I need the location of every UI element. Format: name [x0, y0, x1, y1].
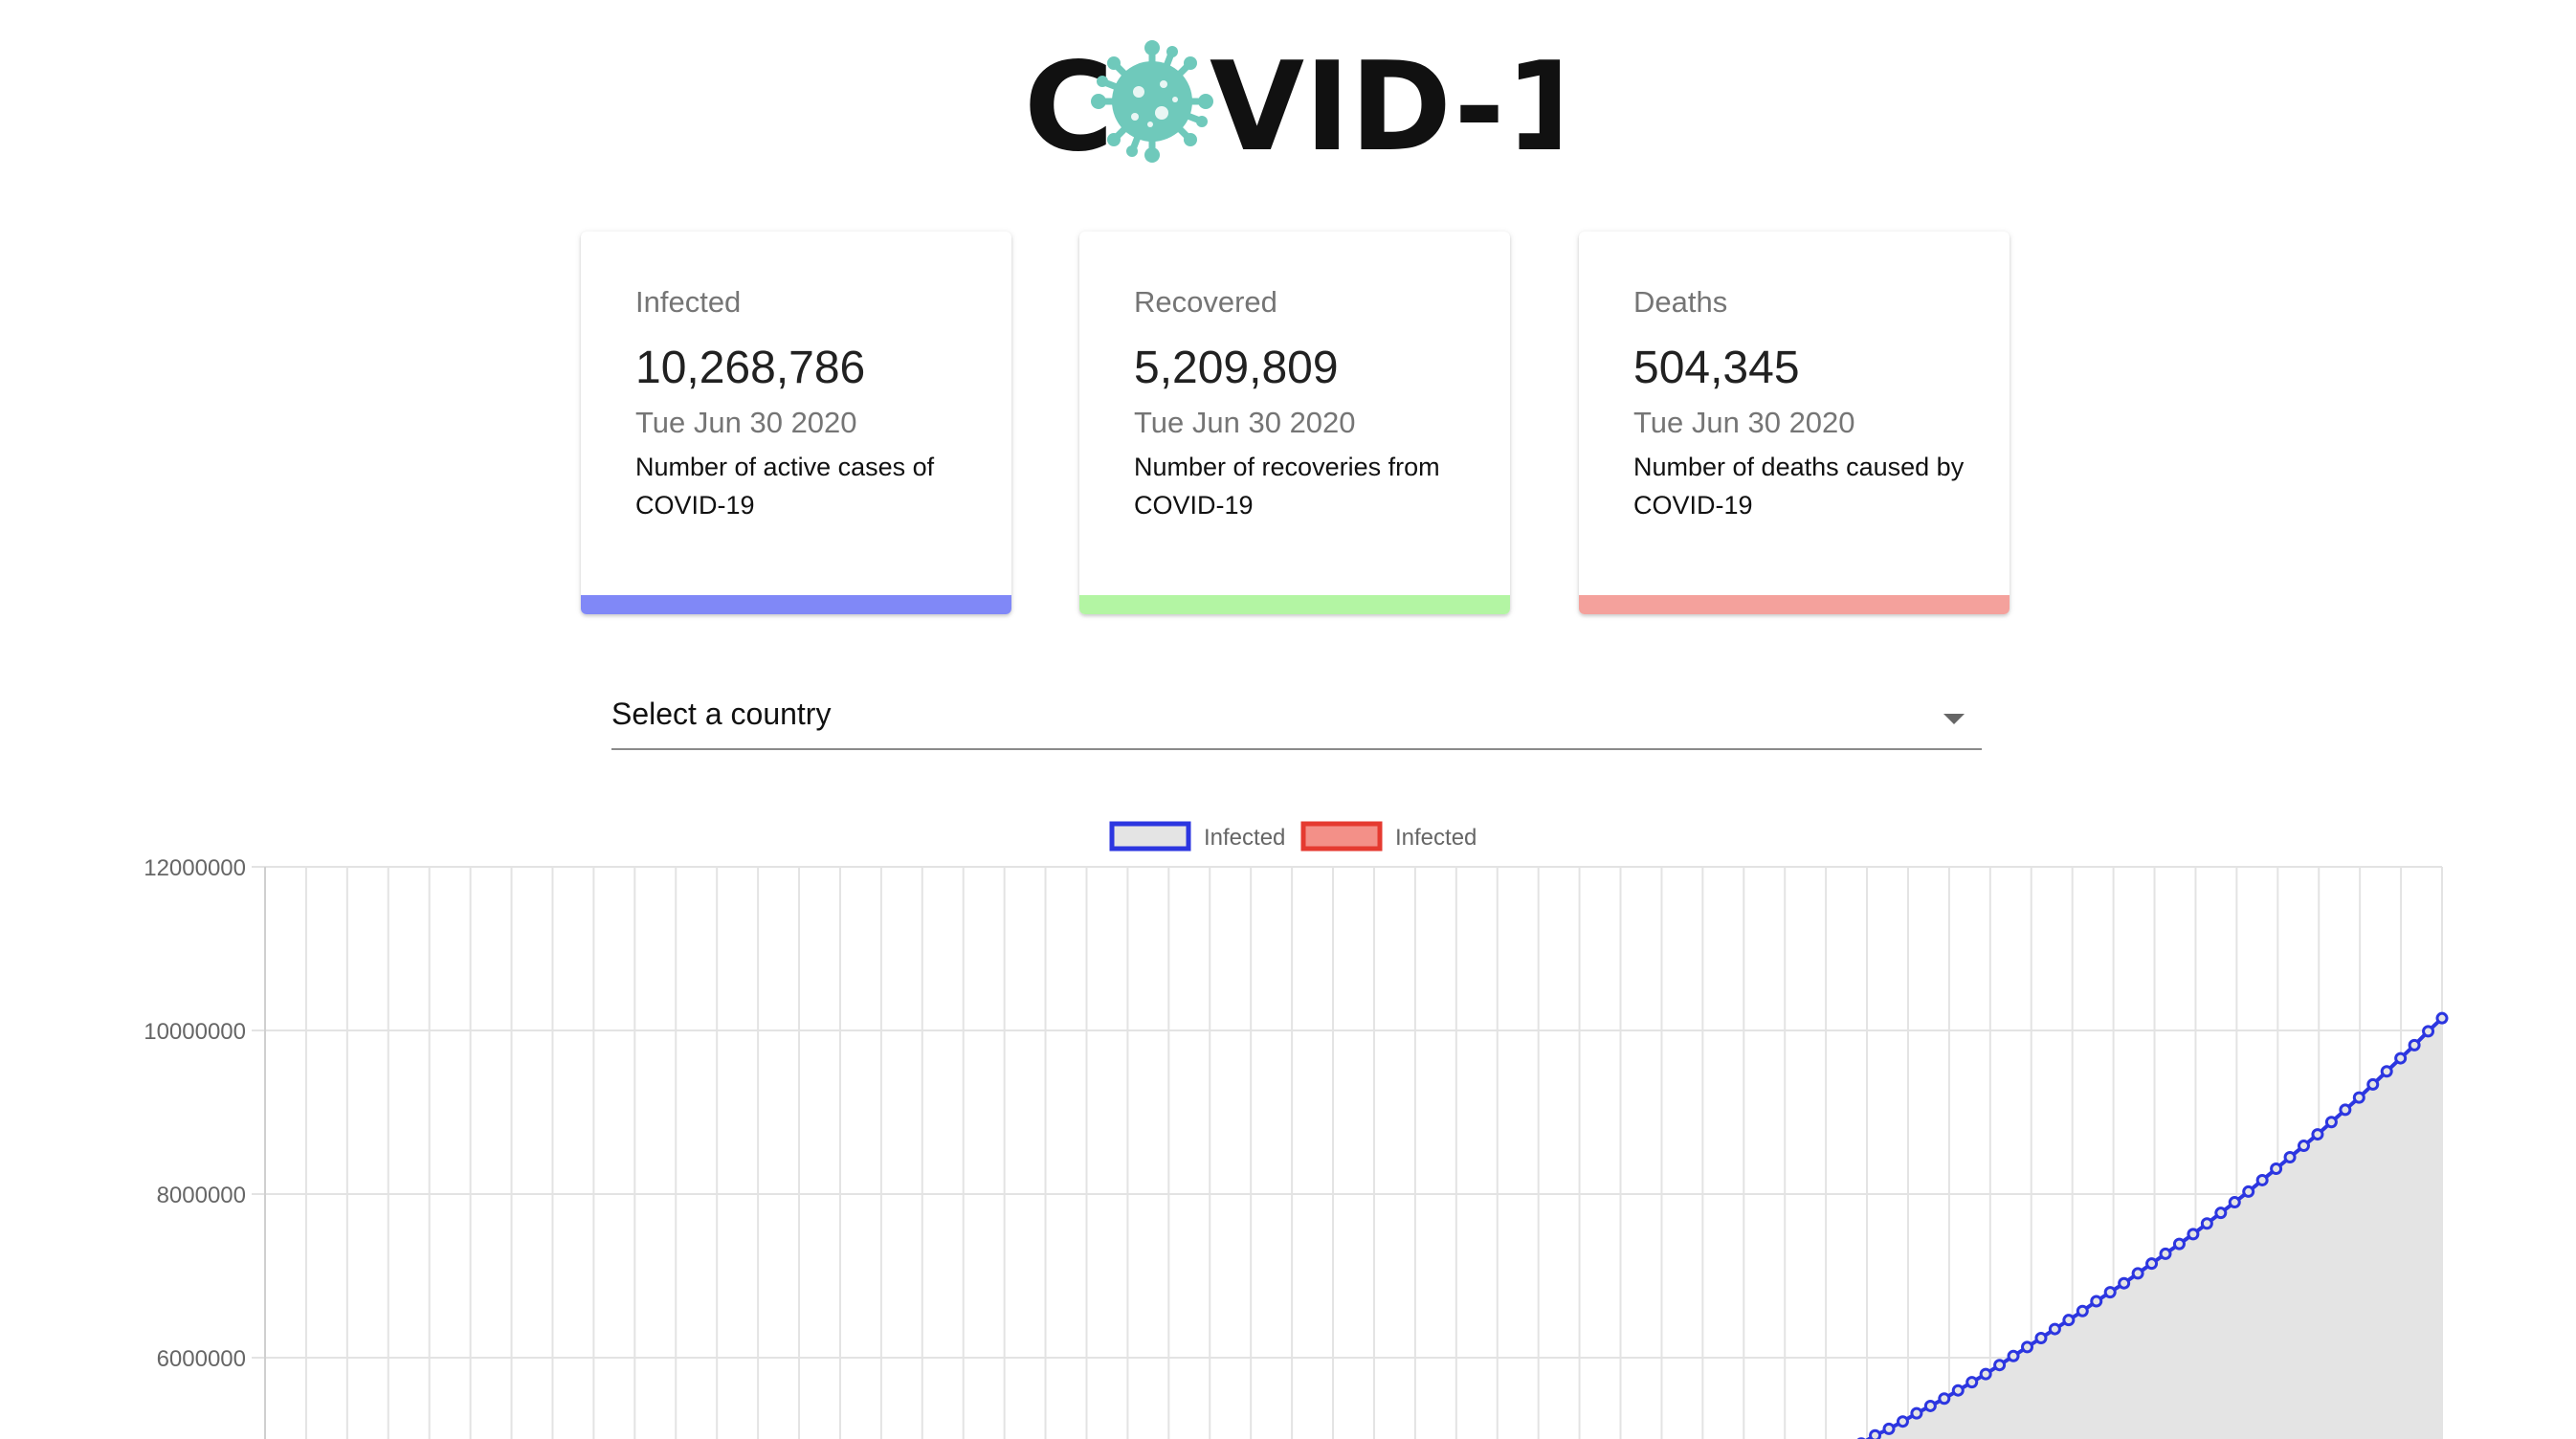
card-value: 5,209,809: [1134, 343, 1339, 393]
data-point: [1910, 1406, 1923, 1420]
data-point: [2062, 1314, 2076, 1327]
card-title: Infected: [635, 285, 742, 319]
data-point: [2422, 1025, 2435, 1038]
data-point: [2034, 1331, 2048, 1344]
covid-19-logo: C VID-19: [1024, 36, 1560, 178]
data-point: [2214, 1207, 2228, 1220]
data-point: [2435, 1011, 2449, 1025]
data-point: [2048, 1322, 2061, 1336]
legend-swatch: [1300, 821, 1383, 852]
card-value: 504,345: [1633, 343, 1800, 393]
country-select[interactable]: Select a country: [611, 683, 1982, 750]
data-point: [2380, 1065, 2393, 1078]
card-description: Number of deaths caused by COVID-19: [1633, 453, 1965, 520]
data-point: [1938, 1392, 1951, 1406]
card-accent-bar: [581, 595, 1011, 614]
data-point: [1869, 1428, 1882, 1439]
virus-icon: [1091, 40, 1213, 163]
data-point: [2228, 1196, 2241, 1209]
deaths-card: Deaths 504,345 Tue Jun 30 2020 Number of…: [1579, 232, 2010, 614]
data-point: [2090, 1295, 2103, 1308]
data-point: [1979, 1367, 1992, 1381]
data-point: [2200, 1217, 2213, 1230]
data-point: [1993, 1359, 2007, 1372]
card-title: Recovered: [1134, 285, 1277, 319]
data-point: [2007, 1349, 2020, 1362]
data-point: [2283, 1151, 2297, 1164]
data-point: [2187, 1228, 2200, 1241]
data-point: [1951, 1384, 1965, 1397]
data-point: [1923, 1399, 1937, 1412]
data-point: [2021, 1340, 2033, 1354]
card-date: Tue Jun 30 2020: [1633, 406, 1855, 439]
data-point: [1882, 1422, 1896, 1435]
legend-swatch: [1109, 821, 1191, 852]
data-point: [2103, 1286, 2117, 1299]
card-title: Deaths: [1633, 285, 1728, 319]
infected-line-chart: 12000000 10000000 8000000 6000000 Infected In…: [144, 821, 2449, 1439]
data-point: [1896, 1415, 1909, 1428]
data-point: [2311, 1128, 2324, 1141]
y-tick-label: 12000000: [144, 855, 246, 881]
card-date: Tue Jun 30 2020: [635, 406, 857, 439]
data-point: [2270, 1162, 2283, 1175]
legend-label: Infected: [1395, 825, 1477, 851]
y-tick-label: 10000000: [144, 1019, 246, 1045]
data-point: [2366, 1077, 2380, 1091]
data-point: [2145, 1257, 2159, 1271]
card-value: 10,268,786: [635, 343, 866, 393]
country-select-label: Select a country: [611, 697, 832, 731]
data-point: [2339, 1103, 2352, 1117]
y-tick-label: 6000000: [157, 1346, 246, 1372]
card-accent-bar: [1579, 595, 2010, 614]
logo-text-vid19: VID-19: [1210, 36, 1560, 178]
data-point: [2159, 1247, 2172, 1260]
data-point: [2255, 1173, 2269, 1186]
data-point: [2298, 1140, 2310, 1153]
card-accent-bar: [1079, 595, 1510, 614]
chevron-down-icon[interactable]: [1943, 714, 1965, 724]
data-point: [2076, 1304, 2089, 1317]
data-point: [2394, 1052, 2408, 1065]
card-description: Number of active cases of COVID-19: [635, 453, 935, 520]
data-point: [2324, 1116, 2338, 1129]
infected-card: Infected 10,268,786 Tue Jun 30 2020 Numb…: [581, 232, 1011, 614]
card-date: Tue Jun 30 2020: [1134, 406, 1356, 439]
data-point: [2242, 1184, 2255, 1198]
data-point: [2408, 1038, 2421, 1052]
data-point: [1965, 1376, 1979, 1389]
card-description: Number of recoveries from COVID-19: [1134, 453, 1440, 520]
legend-label: Infected: [1204, 825, 1285, 851]
data-point: [2131, 1267, 2144, 1280]
data-point: [2172, 1237, 2186, 1251]
data-point: [2352, 1091, 2365, 1104]
recovered-card: Recovered 5,209,809 Tue Jun 30 2020 Numb…: [1079, 232, 1510, 614]
data-point: [2118, 1276, 2131, 1290]
y-tick-label: 8000000: [157, 1183, 246, 1208]
